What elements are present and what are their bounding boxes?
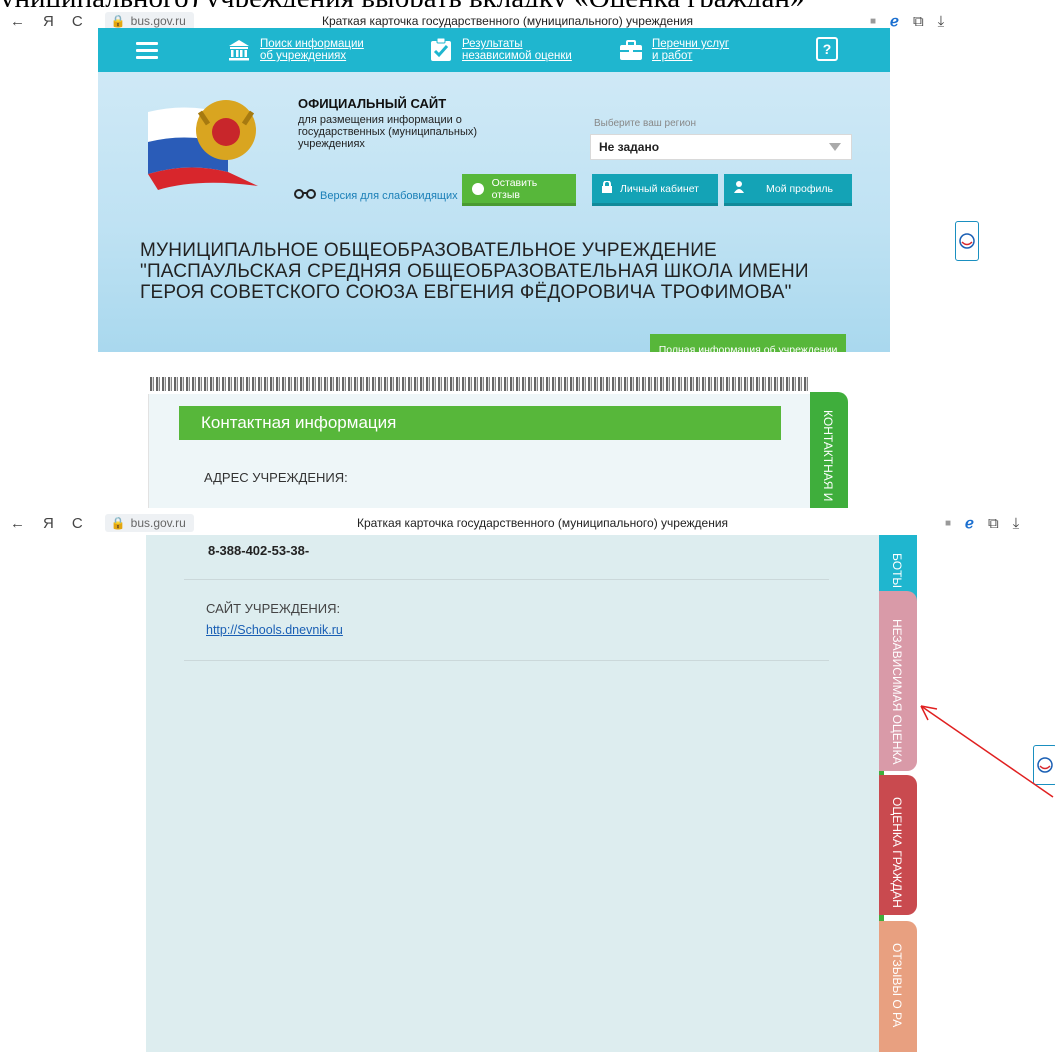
download-icon[interactable]: ⤓ [1013, 515, 1020, 532]
back-icon[interactable]: ← [10, 13, 25, 30]
divider [184, 660, 829, 661]
speech-bubble-icon [472, 182, 484, 195]
help-icon[interactable]: ? [816, 37, 838, 61]
site-container: Поиск информации об учреждениях Результа… [98, 28, 890, 508]
tab-independent-assessment[interactable]: НЕЗАВИСИМАЯ ОЦЕНКА [879, 591, 917, 771]
nav-search-institutions[interactable]: Поиск информации об учреждениях [226, 38, 370, 62]
region-select[interactable]: Не задано [590, 134, 852, 160]
divider [184, 579, 829, 580]
region-value: Не задано [599, 140, 660, 154]
lock-icon: 🔒 [110, 14, 126, 28]
tab-label: ОЦЕНКА ГРАЖДАН [890, 797, 904, 908]
cabinet-label: Личный кабинет [620, 182, 699, 195]
low-vision-label: Версия для слабовидящих [320, 189, 458, 202]
menu-icon[interactable] [136, 41, 158, 59]
tab-citizen-assessment[interactable]: ОЦЕНКА ГРАЖДАН [879, 775, 917, 915]
notebook-page: Контактная информация АДРЕС УЧРЕЖДЕНИЯ: [148, 394, 811, 508]
vertical-tabs: БОТЫ НЕЗАВИСИМАЯ ОЦЕНКА ОЦЕНКА ГРАЖДАН О… [879, 535, 919, 1052]
hero-banner: ОФИЦИАЛЬНЫЙ САЙТ для размещения информац… [98, 72, 890, 368]
leave-feedback-button[interactable]: Оставить отзыв [462, 174, 576, 206]
website-link[interactable]: http://Schools.dnevnik.ru [206, 623, 343, 637]
screenshot-bottom: 8-388-402-53-38- САЙТ УЧРЕЖДЕНИЯ: http:/… [0, 535, 1055, 1052]
checklist-icon [428, 38, 454, 62]
tab-label: КОНТАКТНАЯ И [821, 410, 835, 502]
personal-cabinet-button[interactable]: Личный кабинет [592, 174, 718, 206]
url-text: bus.gov.ru [130, 516, 186, 530]
nav-services-lists[interactable]: Перечни услуг и работ [618, 38, 732, 62]
coat-of-arms-flag-logo [148, 82, 298, 192]
contact-info-header: Контактная информация [179, 406, 781, 440]
my-profile-button[interactable]: Мой профиль [724, 174, 852, 206]
ie-icon[interactable]: ℯ [965, 514, 974, 532]
building-icon [226, 38, 252, 62]
tab-label: ОТЗЫВЫ О РА [890, 943, 904, 1028]
tab-label: НЕЗАВИСИМАЯ ОЦЕНКА [890, 619, 904, 765]
nav-label: Результаты независимой оценки [462, 38, 572, 62]
top-navigation: Поиск информации об учреждениях Результа… [98, 28, 890, 72]
screenshot-top: Поиск информации об учреждениях Результа… [0, 28, 1055, 508]
institution-name: МУНИЦИПАЛЬНОЕ ОБЩЕОБРАЗОВАТЕЛЬНОЕ УЧРЕЖД… [140, 240, 809, 303]
nav-results[interactable]: Результаты независимой оценки [428, 38, 572, 62]
site-title: ОФИЦИАЛЬНЫЙ САЙТ [298, 96, 447, 111]
profile-label: Мой профиль [766, 182, 833, 195]
yandex-icon[interactable]: Я [43, 13, 54, 30]
bookmark-icon[interactable]: ■ [945, 518, 951, 529]
back-icon[interactable]: ← [10, 515, 25, 532]
address-label: АДРЕС УЧРЕЖДЕНИЯ: [204, 470, 348, 485]
gosuslugi-side-icon[interactable] [955, 221, 979, 261]
bookmark-icon[interactable]: ■ [870, 16, 876, 27]
lock-icon: 🔒 [110, 516, 126, 530]
feedback-label: Оставить отзыв [491, 176, 538, 201]
address-bar[interactable]: 🔒 bus.gov.ru [104, 514, 194, 532]
region-label: Выберите ваш регион [594, 118, 696, 129]
phone-number: 8-388-402-53-38- [208, 543, 310, 558]
tab-contact-info[interactable]: КОНТАКТНАЯ И [810, 392, 848, 508]
notebook-page: 8-388-402-53-38- САЙТ УЧРЕЖДЕНИЯ: http:/… [146, 535, 879, 1052]
browser-toolbar-bottom: ← Я C 🔒 bus.gov.ru Краткая карточка госу… [0, 509, 1055, 537]
low-vision-link[interactable]: Версия для слабовидящих [294, 189, 458, 202]
yandex-icon[interactable]: Я [43, 515, 54, 532]
red-arrow-annotation [920, 705, 1054, 798]
website-label: САЙТ УЧРЕЖДЕНИЯ: [206, 601, 341, 616]
url-text: bus.gov.ru [130, 14, 186, 28]
reload-icon[interactable]: C [72, 13, 83, 30]
lock-icon [602, 180, 612, 196]
reload-icon[interactable]: C [72, 515, 83, 532]
tabs-icon[interactable]: ⧉ [988, 515, 999, 532]
glasses-icon [294, 189, 316, 202]
notebook-spiral [150, 377, 810, 391]
nav-label: Поиск информации об учреждениях [260, 38, 364, 62]
nav-label: Перечни услуг и работ [652, 38, 730, 62]
notebook-area: Контактная информация АДРЕС УЧРЕЖДЕНИЯ: … [98, 352, 890, 508]
briefcase-icon [618, 38, 644, 62]
chevron-down-icon [829, 143, 841, 151]
user-icon [734, 181, 744, 196]
download-icon[interactable]: ⤓ [938, 13, 945, 30]
site-subtitle: для размещения информации о государствен… [298, 114, 478, 150]
tabs-icon[interactable]: ⧉ [913, 13, 924, 30]
tab-reviews[interactable]: ОТЗЫВЫ О РА [879, 921, 917, 1052]
